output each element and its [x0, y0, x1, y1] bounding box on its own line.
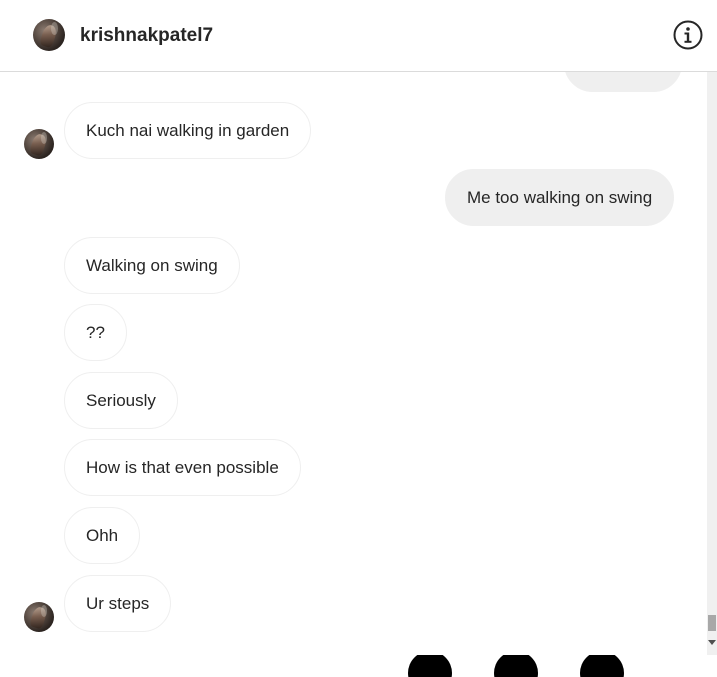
message-bubble-incoming[interactable]: Ur steps: [64, 575, 172, 632]
message-bubble-incoming[interactable]: Kuch nai walking in garden: [64, 102, 312, 159]
reaction-bar: [0, 655, 717, 677]
thread-header: krishnakpatel7: [0, 0, 717, 72]
message-bubble-incoming[interactable]: Ohh: [64, 507, 141, 564]
message-bubble-incoming[interactable]: Walking on swing: [64, 237, 240, 294]
direct-message-thread: krishnakpatel7 Kuch nai walking in garde…: [0, 0, 717, 677]
message-bubble-incoming[interactable]: ??: [64, 304, 127, 361]
scrollbar[interactable]: [707, 72, 717, 655]
profile-avatar-icon[interactable]: [33, 19, 65, 51]
message-bubble-outgoing[interactable]: [564, 72, 682, 92]
round-action-button[interactable]: [408, 655, 452, 677]
info-circle-icon[interactable]: [672, 19, 704, 51]
message-bubble-incoming[interactable]: Seriously: [64, 372, 178, 429]
message-bubble-incoming[interactable]: How is that even possible: [64, 439, 301, 496]
scrollbar-thumb[interactable]: [708, 615, 716, 631]
thread-username[interactable]: krishnakpatel7: [80, 24, 213, 48]
message-list[interactable]: Kuch nai walking in garden Me too walkin…: [0, 72, 707, 655]
round-action-button[interactable]: [580, 655, 624, 677]
sender-avatar-icon[interactable]: [24, 129, 54, 159]
round-action-button[interactable]: [494, 655, 538, 677]
message-bubble-outgoing[interactable]: Me too walking on swing: [445, 169, 675, 226]
sender-avatar-icon[interactable]: [24, 602, 54, 632]
scroll-down-arrow-icon[interactable]: [708, 640, 716, 645]
